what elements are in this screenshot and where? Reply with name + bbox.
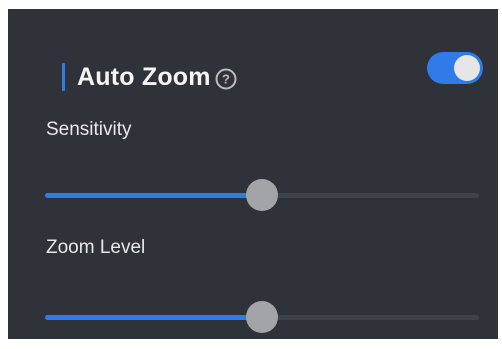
- auto-zoom-toggle[interactable]: [427, 52, 483, 84]
- toggle-knob: [454, 55, 480, 81]
- zoom-level-slider[interactable]: [45, 299, 479, 335]
- sensitivity-slider[interactable]: [45, 177, 479, 213]
- slider-thumb[interactable]: [246, 179, 278, 211]
- slider-fill: [45, 315, 262, 320]
- slider-fill: [45, 193, 262, 198]
- svg-text:?: ?: [222, 72, 230, 87]
- help-question-icon[interactable]: ?: [215, 68, 237, 90]
- section-accent-bar: [62, 63, 65, 91]
- auto-zoom-header: Auto Zoom ?: [62, 57, 237, 97]
- zoom-level-label: Zoom Level: [46, 237, 146, 258]
- sensitivity-label: Sensitivity: [46, 119, 132, 140]
- auto-zoom-title: Auto Zoom: [77, 62, 211, 91]
- slider-thumb[interactable]: [246, 301, 278, 333]
- auto-zoom-panel: Auto Zoom ? Sensitivity Zoom Level: [8, 9, 498, 339]
